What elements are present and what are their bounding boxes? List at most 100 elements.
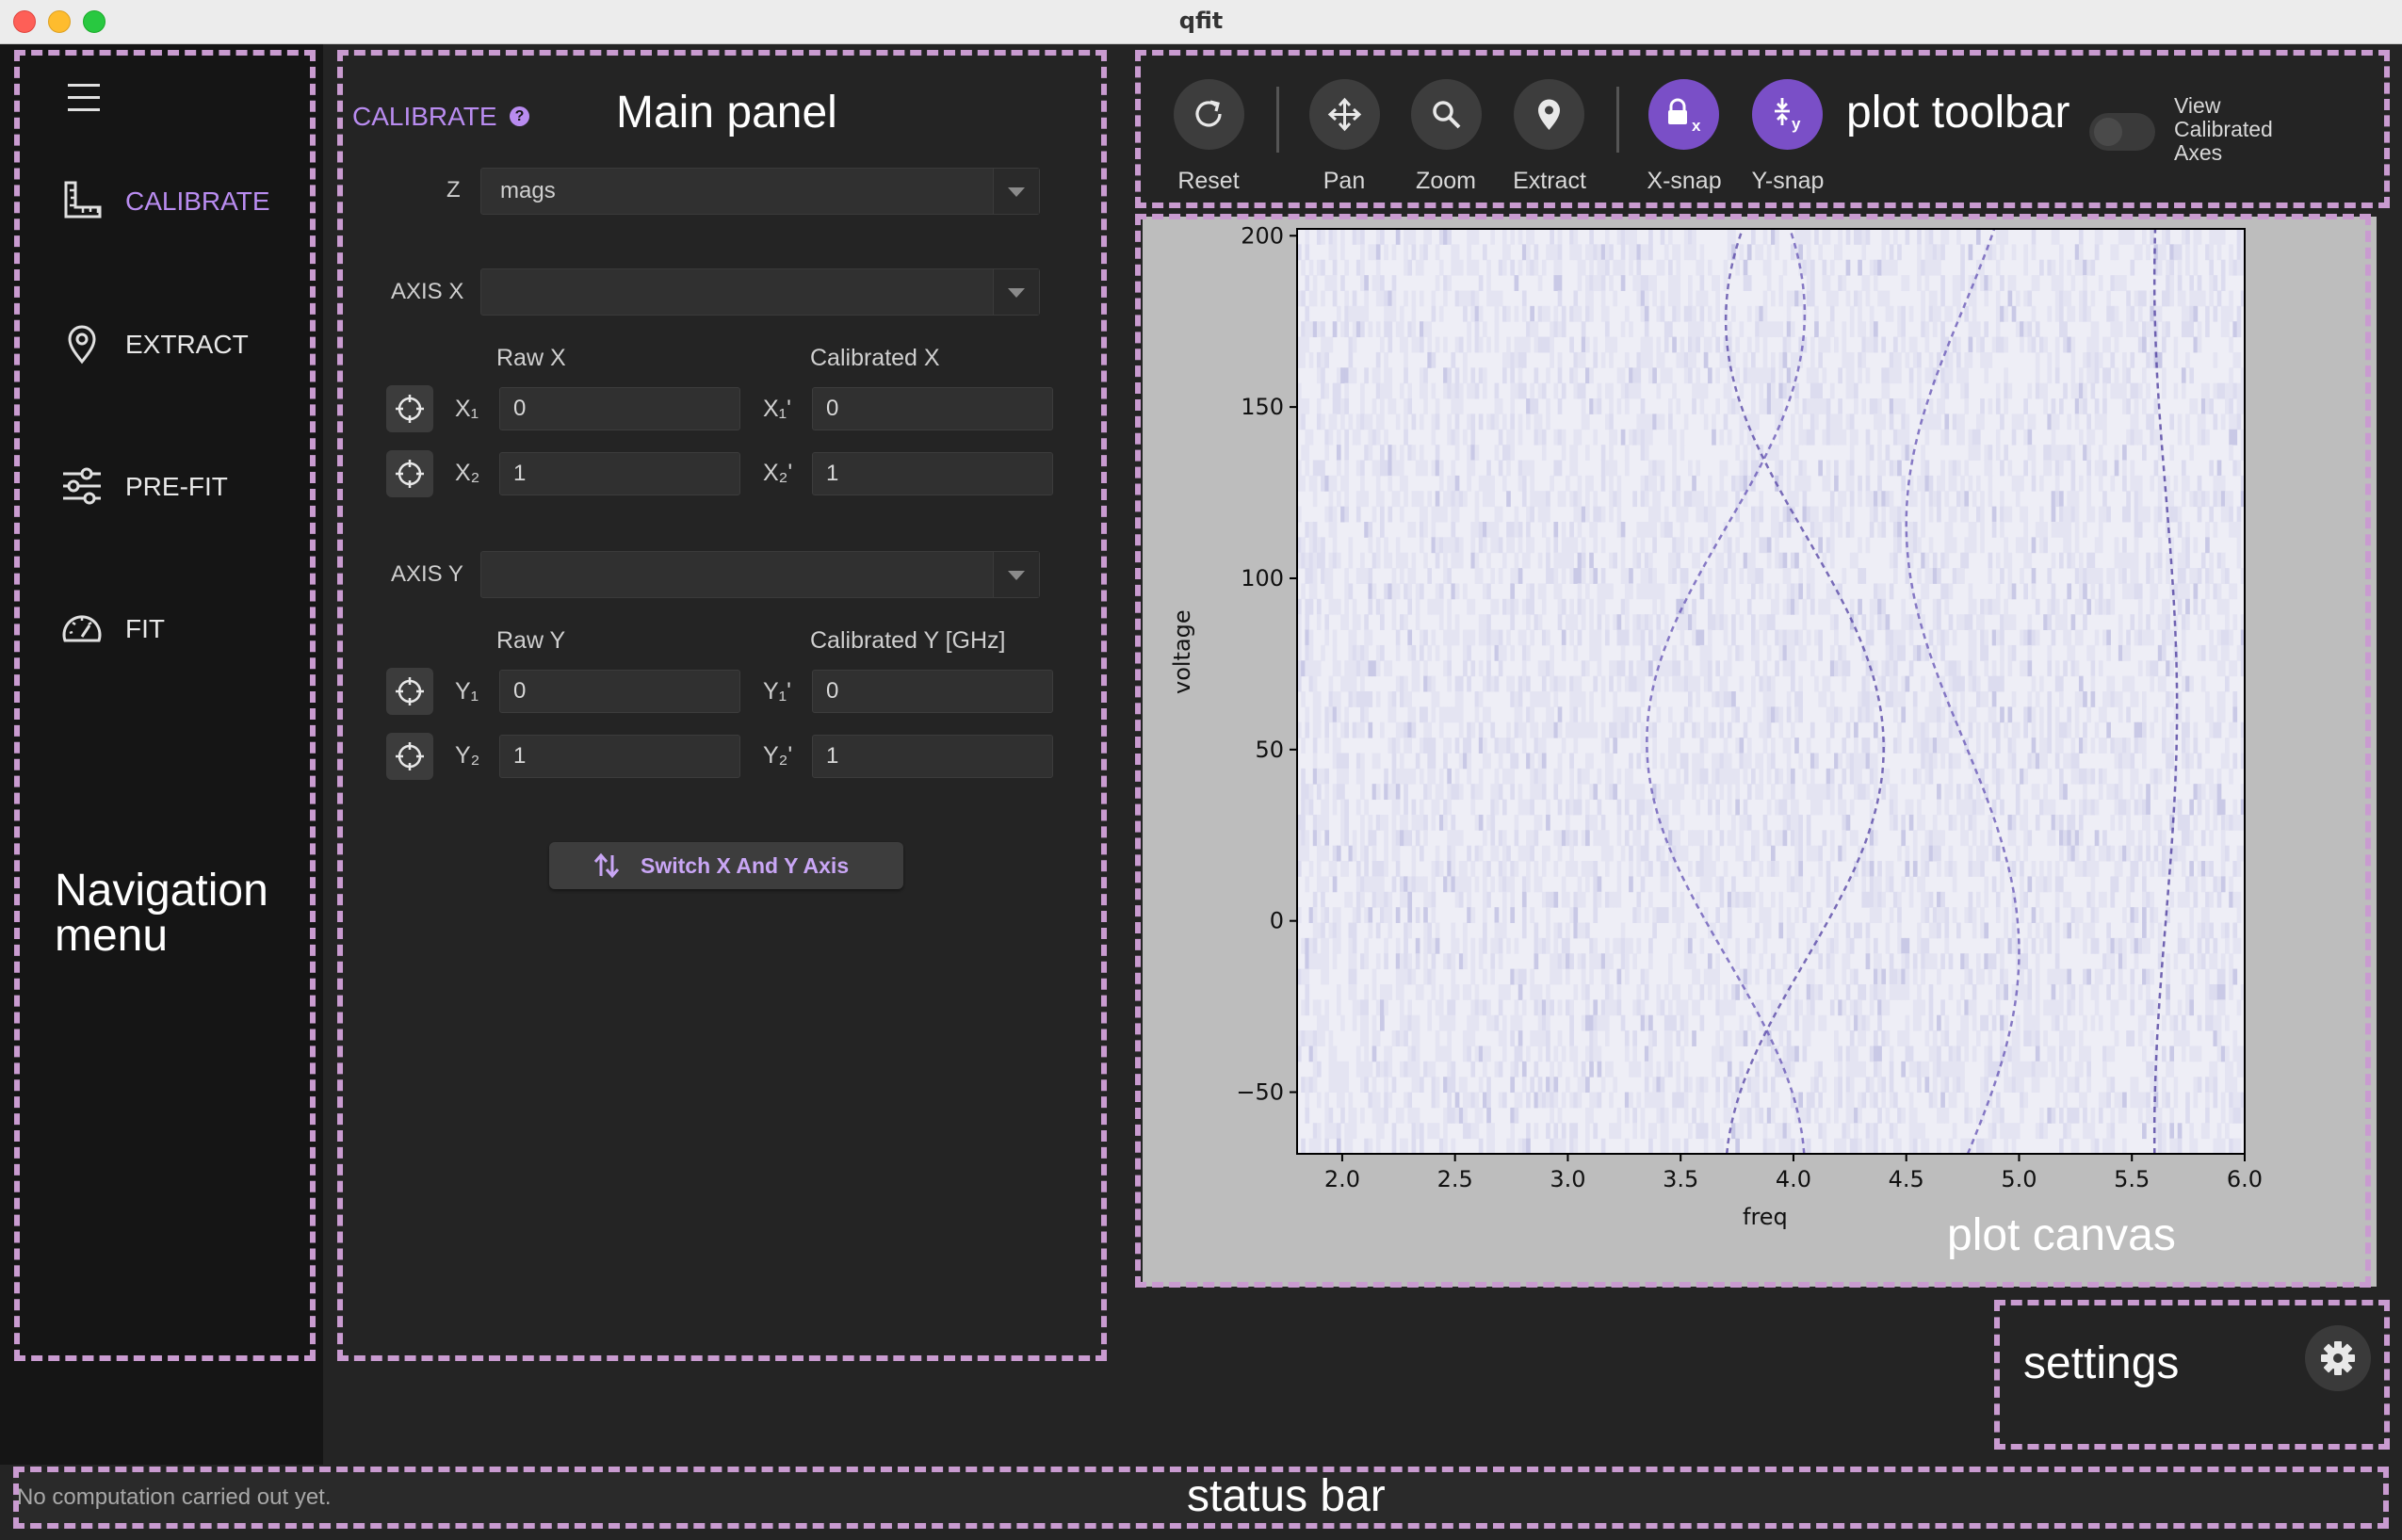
heatmap-cell	[1546, 1014, 1550, 1031]
heatmap-cell	[1380, 506, 1385, 523]
heatmap-cell	[1818, 953, 1823, 970]
x-snap-button[interactable]: x	[1648, 79, 1719, 150]
heatmap-cell	[1810, 429, 1815, 446]
x1-raw-input[interactable]	[500, 388, 739, 430]
heatmap-cell	[1948, 521, 1954, 538]
heatmap-cell	[1672, 861, 1677, 877]
x1-calibrated-field[interactable]	[812, 387, 1053, 430]
nav-item-extract[interactable]: EXTRACT	[57, 313, 311, 388]
heatmap-cell	[1818, 983, 1823, 1000]
x2-calibrated-field[interactable]	[812, 452, 1053, 495]
help-icon[interactable]: ?	[510, 106, 529, 126]
heatmap-cell	[1723, 753, 1728, 770]
heatmap-cell	[1885, 382, 1891, 399]
heatmap-cell	[1486, 753, 1491, 770]
heatmap-cell	[1984, 922, 1989, 939]
heatmap-cell	[1395, 675, 1401, 692]
heatmap-cell	[1719, 922, 1725, 939]
heatmap-cell	[1404, 721, 1408, 738]
heatmap-cell	[1375, 259, 1381, 276]
x2-raw-field[interactable]	[499, 452, 740, 495]
heatmap-cell	[1399, 321, 1404, 338]
heatmap-cell	[1427, 891, 1433, 908]
zoom-button[interactable]	[1411, 79, 1482, 150]
nav-item-calibrate[interactable]: CALIBRATE	[57, 170, 311, 245]
x1-calibrated-input[interactable]	[813, 388, 1052, 430]
y1-calibrated-field[interactable]	[812, 670, 1053, 713]
y2-raw-input[interactable]	[500, 736, 739, 777]
heatmap-cell	[1802, 907, 1808, 923]
heatmap-cell	[1371, 891, 1377, 908]
heatmap-cell	[1395, 738, 1401, 754]
heatmap-cell	[1766, 367, 1772, 384]
x1-raw-field[interactable]	[499, 387, 740, 430]
heatmap-cell	[1589, 568, 1594, 584]
pan-button[interactable]	[1309, 79, 1380, 150]
y-snap-button[interactable]: y	[1752, 79, 1823, 150]
chevron-down-icon[interactable]	[993, 169, 1039, 214]
heatmap-cell	[1388, 1061, 1393, 1078]
extract-button[interactable]	[1514, 79, 1584, 150]
heatmap-cell	[1640, 290, 1646, 307]
heatmap-cell	[1952, 1046, 1957, 1062]
nav-item-pre-fit[interactable]: PRE-FIT	[57, 455, 311, 530]
axis-x-dropdown[interactable]	[480, 268, 1040, 316]
heatmap-cell	[1877, 445, 1882, 461]
z-dropdown[interactable]: mags	[480, 168, 1040, 215]
heatmap-cell	[1609, 1061, 1614, 1078]
heatmap-cell	[1380, 460, 1385, 477]
heatmap-plot[interactable]: 2.0 2.5 3.0 3.5 4.0 4.5 5.0 5.5 6.0 200150100500…	[1143, 217, 2377, 1287]
heatmap-cell	[1814, 521, 1819, 538]
x2-raw-input[interactable]	[500, 453, 739, 494]
ruler-icon	[64, 181, 102, 219]
y1-raw-field[interactable]	[499, 670, 740, 713]
pick-y1-button[interactable]	[386, 668, 433, 715]
heatmap-cell	[1696, 321, 1701, 338]
heatmap-cell	[1435, 1046, 1440, 1062]
heatmap-cell	[1912, 1061, 1918, 1078]
pick-y2-button[interactable]	[386, 733, 433, 780]
heatmap-cell	[1948, 660, 1954, 677]
y2-calibrated-input[interactable]	[813, 736, 1052, 777]
heatmap-cell	[1494, 382, 1500, 399]
heatmap-cell	[1782, 1107, 1788, 1124]
switch-axes-button[interactable]: Switch X And Y Axis	[549, 842, 903, 889]
pick-x1-button[interactable]	[386, 385, 433, 432]
heatmap-cell	[1652, 460, 1657, 477]
heatmap-cell	[1613, 1077, 1618, 1094]
heatmap-cell	[1557, 351, 1563, 368]
heatmap-cell	[1593, 1030, 1599, 1046]
heatmap-cell	[1324, 876, 1330, 893]
heatmap-cell	[1849, 768, 1855, 785]
heatmap-cell	[1380, 614, 1385, 631]
nav-item-fit[interactable]: FIT	[57, 597, 311, 673]
heatmap-cell	[1921, 784, 1925, 801]
y1-raw-input[interactable]	[500, 671, 739, 712]
heatmap-cell	[1616, 660, 1622, 677]
heatmap-cell	[1908, 814, 1914, 831]
heatmap-cell	[1648, 583, 1653, 600]
heatmap-cell	[1755, 922, 1760, 939]
heatmap-cell	[1991, 691, 1997, 707]
heatmap-cell	[1613, 937, 1618, 954]
heatmap-cell	[1901, 830, 1907, 847]
heatmap-cell	[1715, 753, 1721, 770]
heatmap-cell	[1980, 644, 1985, 661]
y1-calibrated-input[interactable]	[813, 671, 1052, 712]
pick-x2-button[interactable]	[386, 450, 433, 497]
heatmap-cell	[1861, 691, 1867, 707]
view-calibrated-axes-toggle[interactable]	[2089, 113, 2155, 151]
y2-raw-field[interactable]	[499, 735, 740, 778]
x2-calibrated-input[interactable]	[813, 453, 1052, 494]
chevron-down-icon[interactable]	[993, 552, 1039, 597]
x-snap-label: X-snap	[1647, 168, 1722, 194]
y2-calibrated-field[interactable]	[812, 735, 1053, 778]
heatmap-cell	[1352, 629, 1357, 646]
heatmap-cell	[1881, 598, 1887, 615]
reset-button[interactable]	[1174, 79, 1244, 150]
chevron-down-icon[interactable]	[993, 269, 1039, 315]
heatmap-cell	[1573, 290, 1579, 307]
heatmap-cell	[1581, 691, 1586, 707]
axis-y-dropdown[interactable]	[480, 551, 1040, 598]
hamburger-menu-icon[interactable]	[68, 84, 100, 112]
